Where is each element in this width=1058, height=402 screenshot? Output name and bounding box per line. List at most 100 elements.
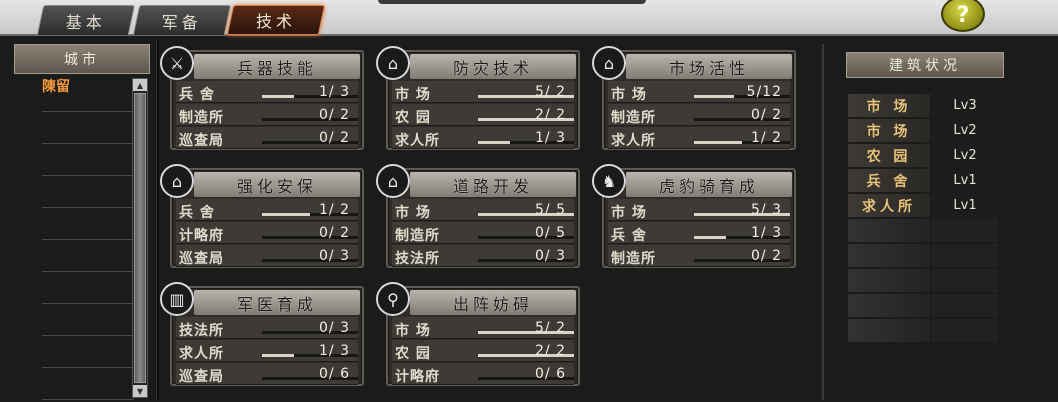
- requirement-label: 兵 舍: [179, 87, 215, 103]
- building-row: 求人所 Lv1: [848, 194, 998, 219]
- requirement-row: 市 场 5/ 2: [392, 81, 574, 103]
- tech-requirements: 兵 舍 1/ 2 计略府 0/ 2 巡查局 0/ 3: [176, 199, 358, 268]
- tech-requirements: 市 场 5/12 制造所 0/ 2 求人所 1/ 2: [608, 81, 790, 150]
- help-button[interactable]: ?: [941, 0, 985, 32]
- tab-label: 军备: [161, 12, 202, 32]
- requirement-value: 5/ 5: [535, 202, 566, 218]
- search-weapon-icon: ⚲: [376, 282, 410, 316]
- requirement-label: 技法所: [395, 251, 440, 267]
- tech-card[interactable]: 强化安保 ⌂ 兵 舍 1/ 2 计略府 0/ 2 巡查局 0/ 3: [160, 164, 364, 268]
- requirement-label: 制造所: [611, 110, 656, 126]
- progress-fill: [694, 95, 734, 98]
- progress-fill: [262, 95, 294, 98]
- city-item[interactable]: [42, 272, 134, 304]
- requirement-label: 巡查局: [179, 369, 224, 385]
- requirement-value: 0/ 2: [319, 130, 350, 146]
- left-divider: [156, 40, 159, 400]
- requirement-row: 农 园 2/ 2: [392, 104, 574, 126]
- building-row: 市 场 Lv3: [848, 94, 998, 119]
- building-name: [848, 244, 930, 267]
- requirement-value: 1/ 2: [319, 202, 350, 218]
- requirement-value: 5/ 2: [535, 320, 566, 336]
- building-upgrade-icon: ⌂: [376, 164, 410, 198]
- requirement-row: 兵 舍 1/ 3: [608, 222, 790, 244]
- scroll-thumb[interactable]: [134, 93, 146, 383]
- building-name: [848, 294, 930, 317]
- city-item[interactable]: [42, 336, 134, 368]
- city-item[interactable]: [42, 240, 134, 272]
- tab-basic[interactable]: 基本: [36, 5, 136, 35]
- tech-title: 防灾技术: [410, 54, 576, 79]
- requirement-value: 1/ 2: [751, 130, 782, 146]
- requirement-value: 2/ 2: [535, 107, 566, 123]
- tech-requirements: 市 场 5/ 3 兵 舍 1/ 3 制造所 0/ 2: [608, 199, 790, 268]
- scroll-up-arrow-icon[interactable]: ▲: [133, 79, 147, 91]
- top-bar-notch: [378, 0, 646, 4]
- requirement-label: 计略府: [179, 228, 224, 244]
- requirement-label: 兵 舍: [179, 205, 215, 221]
- building-row: [848, 244, 998, 269]
- city-scrollbar[interactable]: ▲ ▼: [132, 78, 148, 398]
- tech-card[interactable]: 道路开发 ⌂ 市 场 5/ 5 制造所 0/ 5 技法所 0/ 3: [376, 164, 580, 268]
- tech-card[interactable]: 虎豹骑育成 ♞ 市 场 5/ 3 兵 舍 1/ 3 制造所 0/ 2: [592, 164, 796, 268]
- city-item[interactable]: [42, 112, 134, 144]
- horse-icon: ♞: [592, 164, 626, 198]
- requirement-label: 技法所: [179, 323, 224, 339]
- requirement-row: 市 场 5/ 5: [392, 199, 574, 221]
- building-name: 市 场: [848, 119, 930, 142]
- tech-card[interactable]: 防灾技术 ⌂ 市 场 5/ 2 农 园 2/ 2 求人所 1/ 3: [376, 46, 580, 150]
- tech-requirements: 技法所 0/ 3 求人所 1/ 3 巡查局 0/ 6: [176, 317, 358, 386]
- requirement-value: 5/ 2: [535, 84, 566, 100]
- requirement-value: 0/ 2: [319, 107, 350, 123]
- progress-fill: [694, 141, 742, 144]
- city-item[interactable]: [42, 144, 134, 176]
- city-item[interactable]: [42, 368, 134, 400]
- tech-card[interactable]: 兵器技能 ⚔ 兵 舍 1/ 3 制造所 0/ 2 巡查局 0/ 2: [160, 46, 364, 150]
- requirement-value: 1/ 3: [319, 84, 350, 100]
- tab-technology[interactable]: 技术: [226, 5, 326, 35]
- city-item[interactable]: 陳留: [42, 80, 134, 112]
- city-item[interactable]: [42, 208, 134, 240]
- building-name: [848, 319, 930, 342]
- requirement-label: 市 场: [395, 205, 431, 221]
- requirement-value: 0/ 3: [319, 320, 350, 336]
- building-row: [848, 269, 998, 294]
- requirement-value: 0/ 6: [535, 366, 566, 382]
- building-name: 兵 舍: [848, 169, 930, 192]
- requirement-value: 0/ 2: [751, 248, 782, 264]
- city-item[interactable]: [42, 176, 134, 208]
- tech-card[interactable]: 出阵妨碍 ⚲ 市 场 5/ 2 农 园 2/ 2 计略府 0/ 6: [376, 282, 580, 386]
- city-item[interactable]: [42, 304, 134, 336]
- building-row: [848, 219, 998, 244]
- requirement-row: 巡查局 0/ 2: [176, 127, 358, 149]
- requirement-value: 5/12: [746, 84, 782, 100]
- city-panel: 城市 陳留 ▲ ▼: [14, 44, 150, 400]
- tech-title: 出阵妨碍: [410, 290, 576, 315]
- requirement-row: 技法所 0/ 3: [176, 317, 358, 339]
- barracks-icon: ▥: [160, 282, 194, 316]
- progress-fill: [262, 354, 294, 357]
- building-status-header: 建筑状况: [846, 52, 1004, 78]
- requirement-label: 市 场: [611, 87, 647, 103]
- requirement-label: 市 场: [395, 87, 431, 103]
- tech-requirements: 兵 舍 1/ 3 制造所 0/ 2 巡查局 0/ 2: [176, 81, 358, 150]
- requirement-value: 0/ 6: [319, 366, 350, 382]
- requirement-row: 技法所 0/ 3: [392, 245, 574, 267]
- building-level: Lv2: [932, 119, 998, 142]
- requirement-row: 计略府 0/ 2: [176, 222, 358, 244]
- building-name: 求人所: [848, 194, 930, 217]
- requirement-value: 0/ 3: [319, 248, 350, 264]
- requirement-label: 兵 舍: [611, 228, 647, 244]
- tab-military[interactable]: 军备: [132, 5, 232, 35]
- building-upgrade-icon: ⌂: [160, 164, 194, 198]
- progress-fill: [478, 141, 510, 144]
- tech-card[interactable]: 市场活性 ⌂ 市 场 5/12 制造所 0/ 2 求人所 1/ 2: [592, 46, 796, 150]
- right-divider: [822, 44, 824, 400]
- scroll-down-arrow-icon[interactable]: ▼: [133, 385, 147, 397]
- building-level: Lv2: [932, 144, 998, 167]
- tech-card[interactable]: 军医育成 ▥ 技法所 0/ 3 求人所 1/ 3 巡查局 0/ 6: [160, 282, 364, 386]
- requirement-label: 农 园: [395, 346, 431, 362]
- requirement-row: 制造所 0/ 2: [608, 245, 790, 267]
- building-list: 市 场 Lv3 市 场 Lv2 农 园 Lv2 兵 舍 Lv1 求人所 Lv1: [848, 94, 998, 344]
- requirement-label: 市 场: [611, 205, 647, 221]
